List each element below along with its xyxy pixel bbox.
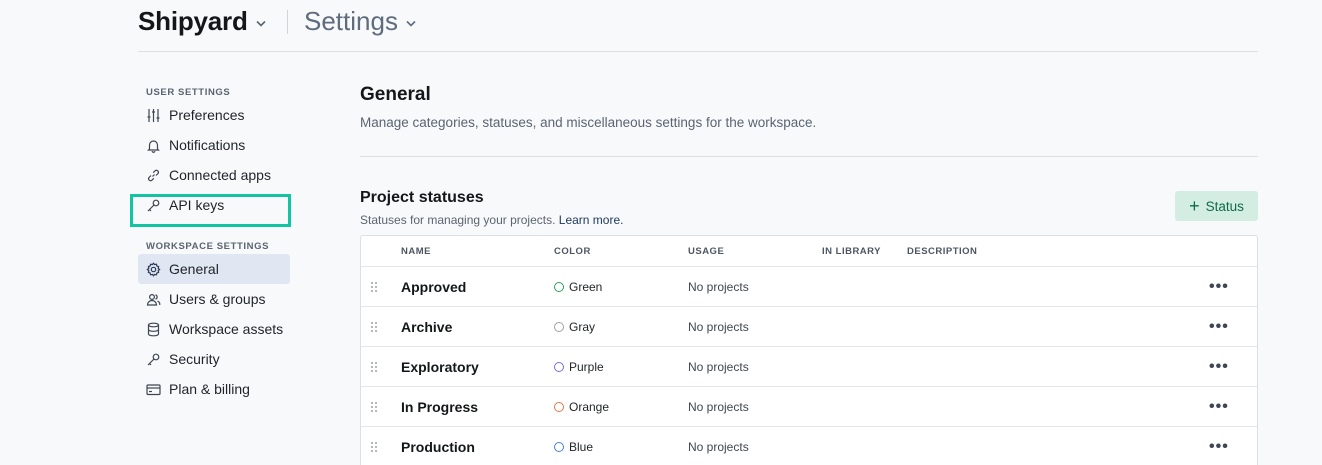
page-switcher[interactable]: Settings xyxy=(304,6,416,37)
status-usage: No projects xyxy=(688,440,749,454)
column-header-in-library[interactable]: IN LIBRARY xyxy=(822,246,881,257)
page-description: Manage categories, statuses, and miscell… xyxy=(360,115,817,130)
section-title: Project statuses xyxy=(360,189,484,206)
status-color-label: Gray xyxy=(569,320,596,334)
sidebar-item-label: Workspace assets xyxy=(169,321,284,337)
main-content: General Manage categories, statuses, and… xyxy=(360,80,1258,465)
section-divider xyxy=(360,156,1258,157)
color-dot-icon xyxy=(554,402,564,412)
status-name: Archive xyxy=(401,319,453,335)
sidebar-item-security[interactable]: Security xyxy=(138,344,290,374)
sidebar-item-label: API keys xyxy=(169,197,225,213)
sidebar-item-api-keys[interactable]: API keys xyxy=(138,190,290,220)
status-color-label: Orange xyxy=(569,400,610,414)
status-color-label: Blue xyxy=(569,440,594,454)
drag-handle-icon[interactable] xyxy=(370,347,380,387)
key-icon xyxy=(146,198,161,213)
status-color: Orange xyxy=(554,387,609,427)
users-icon xyxy=(146,292,161,307)
section-description-text: Statuses for managing your projects. xyxy=(360,213,556,227)
sidebar-item-workspace-assets[interactable]: Workspace assets xyxy=(138,314,290,344)
status-name: Exploratory xyxy=(401,359,479,375)
sidebar-item-label: Notifications xyxy=(169,137,246,153)
gear-icon xyxy=(146,261,161,277)
add-status-button[interactable]: + Status xyxy=(1175,191,1258,221)
status-color: Blue xyxy=(554,427,593,465)
sidebar-item-preferences[interactable]: Preferences xyxy=(138,100,290,130)
sidebar-item-users-groups[interactable]: Users & groups xyxy=(138,284,290,314)
sidebar-item-plan-billing[interactable]: Plan & billing xyxy=(138,374,290,404)
status-usage: No projects xyxy=(688,360,749,374)
table-row[interactable]: In Progress Orange No projects ••• xyxy=(361,387,1257,427)
table-row[interactable]: Approved Green No projects ••• xyxy=(361,267,1257,307)
plus-icon: + xyxy=(1189,196,1200,216)
sidebar-item-notifications[interactable]: Notifications xyxy=(138,130,290,160)
table-header: NAME COLOR USAGE IN LIBRARY DESCRIPTION xyxy=(361,236,1257,267)
page-heading: General xyxy=(360,84,431,105)
status-color-label: Purple xyxy=(569,360,604,374)
link-icon xyxy=(146,168,161,183)
chevron-down-icon xyxy=(406,14,416,32)
status-usage: No projects xyxy=(688,400,749,414)
sliders-icon xyxy=(146,108,161,123)
settings-sidebar: USER SETTINGS Preferences Notifications … xyxy=(138,80,290,404)
status-usage: No projects xyxy=(688,320,749,334)
column-header-description[interactable]: DESCRIPTION xyxy=(907,246,977,257)
user-settings-heading: USER SETTINGS xyxy=(146,87,231,98)
sidebar-item-label: Connected apps xyxy=(169,167,271,183)
workspace-name: Shipyard xyxy=(138,6,248,36)
column-header-usage[interactable]: USAGE xyxy=(688,246,724,257)
color-dot-icon xyxy=(554,282,564,292)
sidebar-item-label: Plan & billing xyxy=(169,381,250,397)
workspace-settings-heading: WORKSPACE SETTINGS xyxy=(146,241,270,252)
status-color-label: Green xyxy=(569,280,603,294)
learn-more-link[interactable]: Learn more. xyxy=(559,213,624,227)
color-dot-icon xyxy=(554,362,564,372)
sidebar-item-connected-apps[interactable]: Connected apps xyxy=(138,160,290,190)
status-color: Purple xyxy=(554,347,604,387)
sidebar-item-label: Users & groups xyxy=(169,291,266,307)
status-name: In Progress xyxy=(401,399,479,415)
color-dot-icon xyxy=(554,442,564,452)
table-row[interactable]: Exploratory Purple No projects ••• xyxy=(361,347,1257,387)
workspace-switcher[interactable]: Shipyard xyxy=(138,6,266,37)
sidebar-item-label: General xyxy=(169,261,219,277)
drag-handle-icon[interactable] xyxy=(370,307,380,347)
sidebar-item-label: Security xyxy=(169,351,220,367)
page-title: Settings xyxy=(304,6,398,36)
chevron-down-icon xyxy=(256,14,266,32)
column-header-name[interactable]: NAME xyxy=(401,246,431,257)
column-header-color[interactable]: COLOR xyxy=(554,246,591,257)
add-status-label: Status xyxy=(1205,198,1244,214)
color-dot-icon xyxy=(554,322,564,332)
more-options-icon[interactable]: ••• xyxy=(1209,267,1229,307)
status-name: Production xyxy=(401,439,475,455)
more-options-icon[interactable]: ••• xyxy=(1209,347,1229,387)
table-row[interactable]: Production Blue No projects ••• xyxy=(361,427,1257,465)
more-options-icon[interactable]: ••• xyxy=(1209,307,1229,347)
top-bar: Shipyard Settings xyxy=(138,0,1258,52)
drag-handle-icon[interactable] xyxy=(370,387,380,427)
header-divider xyxy=(287,10,288,34)
more-options-icon[interactable]: ••• xyxy=(1209,387,1229,427)
bell-icon xyxy=(146,138,161,153)
project-statuses-header: Project statuses Statuses for managing y… xyxy=(360,189,1258,229)
more-options-icon[interactable]: ••• xyxy=(1209,427,1229,465)
credit-card-icon xyxy=(146,382,161,397)
status-name: Approved xyxy=(401,279,467,295)
section-description: Statuses for managing your projects. Lea… xyxy=(360,213,1258,227)
drag-handle-icon[interactable] xyxy=(370,267,380,307)
status-color: Green xyxy=(554,267,602,307)
key-icon xyxy=(146,352,161,367)
table-row[interactable]: Archive Gray No projects ••• xyxy=(361,307,1257,347)
drag-handle-icon[interactable] xyxy=(370,427,380,465)
database-icon xyxy=(146,322,161,337)
status-color: Gray xyxy=(554,307,595,347)
statuses-table: NAME COLOR USAGE IN LIBRARY DESCRIPTION … xyxy=(360,235,1258,465)
sidebar-item-label: Preferences xyxy=(169,107,245,123)
status-usage: No projects xyxy=(688,280,749,294)
sidebar-item-general[interactable]: General xyxy=(138,254,290,284)
